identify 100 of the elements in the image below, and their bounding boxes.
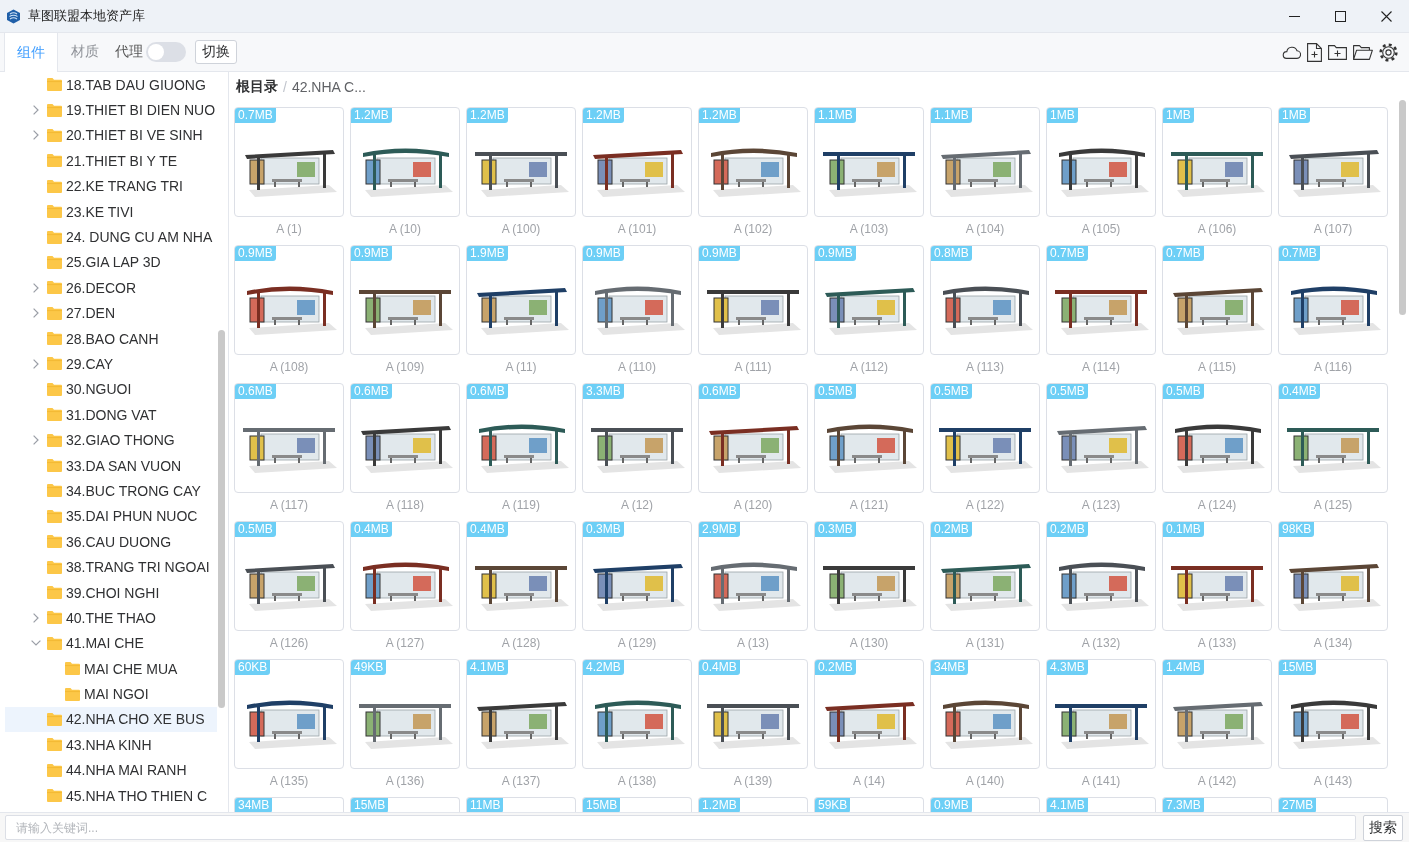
folder-tree-item[interactable]: MAI CHE MUA — [5, 656, 217, 682]
asset-thumbnail[interactable]: 7.3MB — [1162, 797, 1272, 812]
asset-thumbnail[interactable]: 1.9MB — [466, 245, 576, 355]
folder-tree-item[interactable]: 26.DECOR — [5, 275, 217, 301]
chevron-right-icon[interactable] — [33, 612, 39, 623]
asset-thumbnail[interactable]: 4.3MB — [1046, 659, 1156, 769]
asset-thumbnail[interactable]: 0.9MB — [234, 245, 344, 355]
folder-tree-item[interactable]: 45.NHA THO THIEN C — [5, 782, 217, 809]
asset-thumbnail[interactable]: 4.2MB — [582, 659, 692, 769]
asset-thumbnail[interactable]: 0.3MB — [582, 521, 692, 631]
asset-thumbnail[interactable]: 1MB — [1046, 107, 1156, 217]
asset-thumbnail[interactable]: 0.1MB — [1162, 521, 1272, 631]
folder-tree-item[interactable]: 39.CHOI NGHI — [5, 579, 217, 606]
asset-thumbnail[interactable]: 34MB — [930, 659, 1040, 769]
chevron-right-icon[interactable] — [33, 308, 39, 319]
folder-tree-item[interactable]: 44.NHA MAI RANH — [5, 757, 217, 783]
asset-thumbnail[interactable]: 0.4MB — [698, 659, 808, 769]
folder-tree-item[interactable]: 23.KE TIVI — [5, 198, 217, 225]
asset-thumbnail[interactable]: 49KB — [350, 659, 460, 769]
asset-thumbnail[interactable]: 0.3MB — [814, 521, 924, 631]
tab[interactable]: 材质 — [58, 33, 112, 71]
tab[interactable]: 组件 — [4, 33, 58, 72]
asset-thumbnail[interactable]: 1.2MB — [466, 107, 576, 217]
asset-thumbnail[interactable]: 0.4MB — [466, 521, 576, 631]
switch-button[interactable]: 切换 — [195, 40, 237, 64]
folder-tree-item[interactable]: 41.MAI CHE — [5, 630, 217, 656]
asset-thumbnail[interactable]: 0.2MB — [930, 521, 1040, 631]
asset-thumbnail[interactable]: 1.2MB — [350, 107, 460, 217]
asset-thumbnail[interactable]: 59KB — [814, 797, 924, 812]
asset-thumbnail[interactable]: 1MB — [1278, 107, 1388, 217]
scrollbar-thumb[interactable] — [1399, 100, 1406, 315]
asset-thumbnail[interactable]: 11MB — [466, 797, 576, 812]
asset-thumbnail[interactable]: 0.6MB — [234, 383, 344, 493]
asset-thumbnail[interactable]: 0.9MB — [582, 245, 692, 355]
folder-tree-item[interactable]: 29.CAY — [5, 351, 217, 377]
asset-thumbnail[interactable]: 0.2MB — [1046, 521, 1156, 631]
asset-thumbnail[interactable]: 0.5MB — [1046, 383, 1156, 493]
folder-tree-item[interactable]: 18.TAB DAU GIUONG — [5, 72, 217, 98]
chevron-right-icon[interactable] — [33, 282, 39, 293]
asset-thumbnail[interactable]: 1MB — [1162, 107, 1272, 217]
asset-thumbnail[interactable]: 4.1MB — [1046, 797, 1156, 812]
asset-thumbnail[interactable]: 0.2MB — [814, 659, 924, 769]
asset-thumbnail[interactable]: 1.4MB — [1162, 659, 1272, 769]
folder-tree-item[interactable]: 19.THIET BI DIEN NUO — [5, 97, 217, 123]
asset-thumbnail[interactable]: 1.2MB — [582, 107, 692, 217]
breadcrumb-link[interactable]: 根目录 — [236, 78, 278, 96]
asset-thumbnail[interactable]: 0.9MB — [930, 797, 1040, 812]
scrollbar-thumb[interactable] — [218, 330, 225, 708]
folder-tree-item[interactable]: 20.THIET BI VE SINH — [5, 122, 217, 149]
folder-tree-item[interactable]: 38.TRANG TRI NGOAI — [5, 554, 217, 580]
asset-thumbnail[interactable]: 0.6MB — [466, 383, 576, 493]
asset-thumbnail[interactable]: 34MB — [234, 797, 344, 812]
folder-tree-item[interactable]: 35.DAI PHUN NUOC — [5, 503, 217, 530]
chevron-right-icon[interactable] — [33, 130, 39, 141]
asset-thumbnail[interactable]: 4.1MB — [466, 659, 576, 769]
asset-thumbnail[interactable]: 15MB — [582, 797, 692, 812]
folder-icon[interactable] — [1353, 44, 1373, 60]
proxy-toggle[interactable] — [146, 42, 186, 62]
asset-thumbnail[interactable]: 1.1MB — [814, 107, 924, 217]
cloud-icon[interactable] — [1282, 45, 1301, 59]
asset-thumbnail[interactable]: 1.1MB — [930, 107, 1040, 217]
folder-tree-item[interactable]: 32.GIAO THONG — [5, 427, 217, 453]
asset-thumbnail[interactable]: 0.6MB — [698, 383, 808, 493]
asset-thumbnail[interactable]: 15MB — [350, 797, 460, 812]
asset-thumbnail[interactable]: 27MB — [1278, 797, 1388, 812]
settings-icon[interactable] — [1379, 42, 1398, 62]
folder-tree-item[interactable]: MAI NGOI — [5, 681, 217, 707]
asset-thumbnail[interactable]: 15MB — [1278, 659, 1388, 769]
asset-thumbnail[interactable]: 1.2MB — [698, 797, 808, 812]
folder-tree-item[interactable]: 28.BAO CANH — [5, 325, 217, 352]
chevron-down-icon[interactable] — [31, 640, 41, 647]
folder-tree-item[interactable]: 43.NHA KINH — [5, 732, 217, 758]
chevron-right-icon[interactable] — [33, 105, 39, 116]
folder-tree-item[interactable]: 36.CAU DUONG — [5, 529, 217, 555]
asset-thumbnail[interactable]: 3.3MB — [582, 383, 692, 493]
chevron-right-icon[interactable] — [33, 359, 39, 369]
asset-thumbnail[interactable]: 0.5MB — [930, 383, 1040, 493]
asset-thumbnail[interactable]: 1.2MB — [698, 107, 808, 217]
asset-thumbnail[interactable]: 0.6MB — [350, 383, 460, 493]
asset-thumbnail[interactable]: 2.9MB — [698, 521, 808, 631]
search-field[interactable]: 请输入关键词... — [5, 815, 1356, 840]
folder-tree-item[interactable]: 31.DONG VAT — [5, 402, 217, 428]
asset-thumbnail[interactable]: 0.9MB — [350, 245, 460, 355]
folder-tree-item[interactable]: 25.GIA LAP 3D — [5, 249, 217, 276]
folder-tree-item[interactable]: 34.BUC TRONG CAY — [5, 478, 217, 504]
asset-thumbnail[interactable]: 0.5MB — [234, 521, 344, 631]
asset-thumbnail[interactable]: 0.8MB — [930, 245, 1040, 355]
asset-thumbnail[interactable]: 0.5MB — [814, 383, 924, 493]
folder-tree-item[interactable]: 24. DUNG CU AM NHA — [5, 224, 217, 250]
folder-tree-item[interactable]: 33.DA SAN VUON — [5, 452, 217, 479]
asset-thumbnail[interactable]: 0.7MB — [1046, 245, 1156, 355]
asset-thumbnail[interactable]: 0.4MB — [1278, 383, 1388, 493]
asset-thumbnail[interactable]: 0.5MB — [1162, 383, 1272, 493]
add-file-icon[interactable] — [1307, 42, 1322, 62]
chevron-right-icon[interactable] — [33, 435, 39, 446]
asset-thumbnail[interactable]: 0.7MB — [1278, 245, 1388, 355]
asset-thumbnail[interactable]: 0.7MB — [1162, 245, 1272, 355]
folder-tree-item[interactable]: 21.THIET BI Y TE — [5, 148, 217, 174]
asset-thumbnail[interactable]: 0.7MB — [234, 107, 344, 217]
folder-tree-item[interactable]: 30.NGUOI — [5, 376, 217, 403]
